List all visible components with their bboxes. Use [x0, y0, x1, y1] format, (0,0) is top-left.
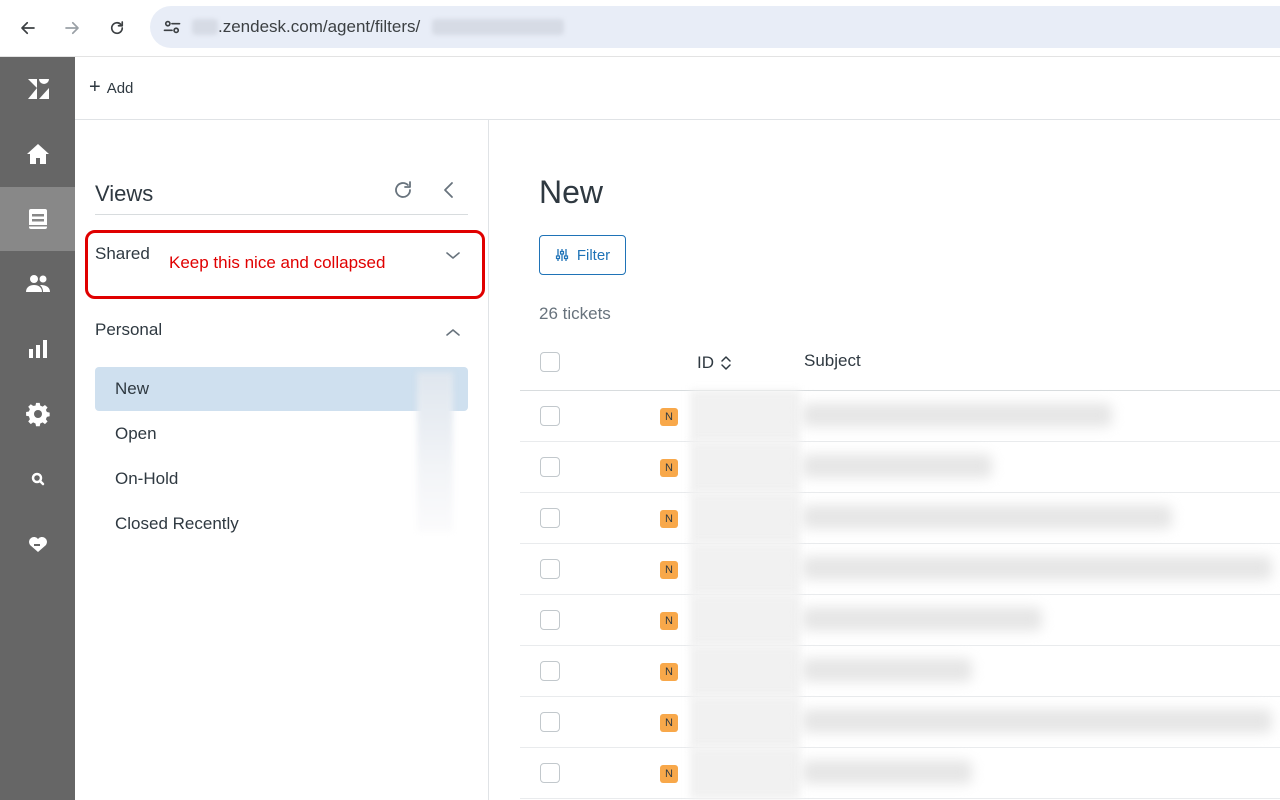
views-panel: Views Shared Keep this nice and collapse… — [75, 120, 489, 800]
table-row[interactable]: N — [520, 390, 1280, 442]
table-row[interactable]: N — [520, 696, 1280, 748]
page-title: New — [539, 174, 604, 210]
view-item-on-hold[interactable]: On-Hold — [95, 457, 468, 501]
status-badge: N — [660, 459, 678, 477]
view-item-open[interactable]: Open — [95, 412, 468, 456]
status-badge: N — [660, 408, 678, 426]
main-content: New Filter 26 tickets ID Subject N N N N N N N… — [489, 120, 1280, 800]
views-icon[interactable] — [0, 187, 75, 251]
url-redacted-path — [432, 19, 564, 35]
row-checkbox[interactable] — [540, 508, 560, 528]
collapse-panel-icon[interactable] — [437, 178, 461, 202]
refresh-icon[interactable] — [391, 178, 415, 202]
ticket-id-redacted — [690, 594, 800, 646]
table-header: ID Subject — [520, 342, 1280, 391]
home-icon[interactable] — [0, 122, 75, 186]
filter-button-label: Filter — [576, 246, 611, 264]
row-checkbox[interactable] — [540, 457, 560, 477]
table-row[interactable]: N — [520, 594, 1280, 646]
add-button[interactable]: + Add — [89, 77, 133, 99]
ticket-id-redacted — [690, 747, 800, 799]
ticket-subject-redacted[interactable] — [802, 607, 1042, 631]
status-badge: N — [660, 714, 678, 732]
ticket-subject-redacted[interactable] — [802, 454, 992, 478]
plus-icon: + — [89, 76, 101, 98]
status-badge: N — [660, 612, 678, 630]
nav-rail — [0, 57, 75, 800]
ticket-subject-redacted[interactable] — [802, 556, 1272, 580]
app-top-bar: + Add — [75, 57, 1280, 120]
browser-toolbar: .zendesk.com/agent/filters/ — [0, 0, 1280, 57]
status-badge: N — [660, 765, 678, 783]
table-row[interactable]: N — [520, 543, 1280, 595]
forward-arrow-icon[interactable] — [55, 11, 89, 45]
search-icon[interactable] — [0, 447, 75, 511]
bar-chart-icon[interactable] — [0, 317, 75, 381]
column-header-id-label: ID — [697, 353, 714, 372]
ticket-subject-redacted[interactable] — [802, 403, 1112, 427]
section-personal-label: Personal — [95, 320, 163, 339]
annotation-text: Keep this nice and collapsed — [169, 253, 386, 272]
ticket-id-redacted — [690, 645, 800, 697]
view-counts-redacted — [417, 372, 453, 532]
back-arrow-icon[interactable] — [11, 11, 45, 45]
views-title: Views — [95, 181, 154, 206]
ticket-id-redacted — [690, 543, 800, 595]
select-all-checkbox[interactable] — [540, 352, 560, 372]
status-badge: N — [660, 510, 678, 528]
ticket-id-redacted — [690, 390, 800, 442]
view-item-new[interactable]: New — [95, 367, 468, 411]
table-row[interactable]: N — [520, 441, 1280, 493]
ticket-id-redacted — [690, 492, 800, 544]
view-item-closed-recently[interactable]: Closed Recently — [95, 502, 468, 546]
row-checkbox[interactable] — [540, 661, 560, 681]
row-checkbox[interactable] — [540, 712, 560, 732]
status-badge: N — [660, 663, 678, 681]
customers-icon[interactable] — [0, 252, 75, 316]
reload-icon[interactable] — [100, 11, 134, 45]
views-divider — [95, 214, 468, 215]
ticket-id-redacted — [690, 441, 800, 493]
ticket-subject-redacted[interactable] — [802, 760, 972, 784]
row-checkbox[interactable] — [540, 610, 560, 630]
table-row[interactable]: N — [520, 747, 1280, 799]
zendesk-logo-icon[interactable] — [0, 57, 75, 121]
filter-sliders-icon — [555, 249, 568, 261]
heart-hand-icon[interactable] — [0, 512, 75, 576]
chevron-up-icon[interactable] — [443, 322, 463, 342]
table-row[interactable]: N — [520, 492, 1280, 544]
row-checkbox[interactable] — [540, 559, 560, 579]
section-personal[interactable]: Personal — [95, 320, 468, 350]
add-button-label: Add — [106, 79, 134, 97]
row-checkbox[interactable] — [540, 763, 560, 783]
column-header-id[interactable]: ID — [697, 353, 732, 373]
ticket-count: 26 tickets — [539, 304, 611, 323]
ticket-subject-redacted[interactable] — [802, 709, 1272, 733]
sort-icon — [721, 356, 731, 370]
ticket-subject-redacted[interactable] — [802, 505, 1172, 529]
url-text: .zendesk.com/agent/filters/ — [218, 17, 421, 36]
site-settings-icon[interactable] — [162, 17, 182, 37]
ticket-id-redacted — [690, 696, 800, 748]
url-redacted-subdomain — [192, 19, 218, 35]
filter-button[interactable]: Filter — [539, 235, 626, 275]
status-badge: N — [660, 561, 678, 579]
ticket-subject-redacted[interactable] — [802, 658, 972, 682]
table-row[interactable]: N — [520, 645, 1280, 697]
address-bar[interactable]: .zendesk.com/agent/filters/ — [150, 6, 1280, 48]
gear-icon[interactable] — [0, 382, 75, 446]
row-checkbox[interactable] — [540, 406, 560, 426]
column-header-subject[interactable]: Subject — [804, 351, 861, 371]
